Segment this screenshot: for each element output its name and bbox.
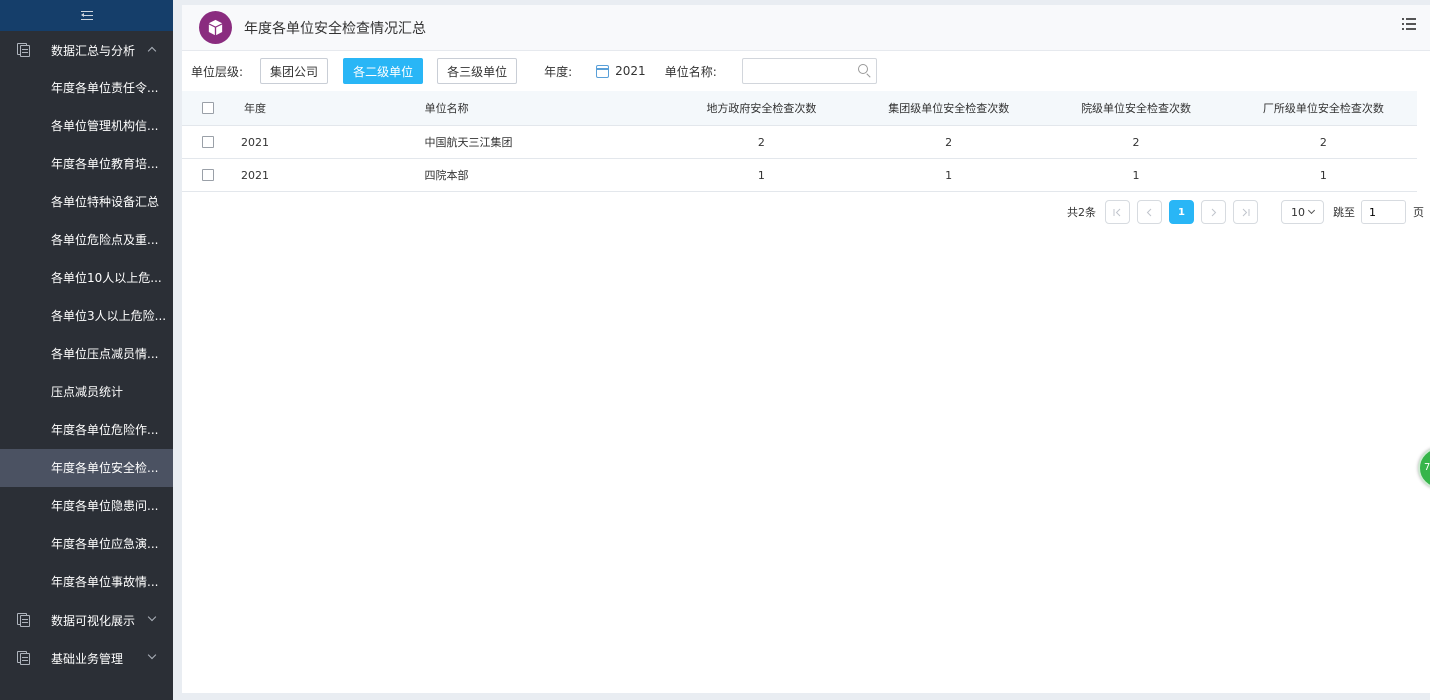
year-label: 年度: [544,64,573,79]
chevron-down-icon [147,650,173,664]
sidebar-item-staff-reduction[interactable]: 各单位压点减员情... [0,335,173,373]
page-number-button[interactable]: 1 [1169,200,1194,224]
document-icon [17,43,30,57]
jump-to-label: 跳至 [1333,206,1355,219]
chevron-down-icon [1307,206,1316,215]
cell-local-gov: 2 [757,135,765,149]
sidebar-item-danger-points[interactable]: 各单位危险点及重... [0,221,173,259]
chevron-up-icon [147,44,173,57]
chevron-left-icon [1146,208,1152,216]
menu-group-label: 数据汇总与分析 [51,43,136,58]
page-size-select[interactable]: 10 [1281,200,1324,224]
total-count: 共2条 [1067,206,1096,219]
first-page-button[interactable] [1105,200,1130,224]
sidebar-item-danger-10[interactable]: 各单位10人以上危... [0,259,173,297]
column-header-factory-level: 厂所级单位安全检查次数 [1262,102,1384,115]
unit-name-search [741,58,877,84]
sidebar: 数据汇总与分析 年度各单位责任令... 各单位管理机构信... 年度各单位教育培… [0,0,173,700]
level-third-tier-button[interactable]: 各三级单位 [437,58,518,84]
table-row[interactable]: 2021 中国航天三江集团 2 2 2 2 [182,126,1417,159]
row-check-cell [182,136,235,148]
column-header-group-level: 集团级单位安全检查次数 [888,102,1010,115]
filter-bar: 单位层级: 集团公司 各二级单位 各三级单位 年度: 2021 单位名称: [182,51,1430,91]
floating-assistant-text: 7 [1424,462,1430,473]
column-header-year: 年度 [243,102,266,115]
sidebar-item-education[interactable]: 年度各单位教育培... [0,145,173,183]
cell-year: 2021 [240,168,269,182]
calendar-icon [596,64,610,78]
sidebar-item-management-org[interactable]: 各单位管理机构信... [0,107,173,145]
pagination: 共2条 1 10 跳至 页 [182,200,1430,224]
column-header-unit-name: 单位名称 [424,102,469,115]
document-icon [17,651,30,665]
menu-group-data-analysis[interactable]: 数据汇总与分析 [0,31,173,69]
menu-group-visualization[interactable]: 数据可视化展示 [0,601,173,639]
cell-unit-name: 四院本部 [424,169,469,182]
unit-level-label: 单位层级: [191,64,244,79]
sidebar-item-emergency-drill[interactable]: 年度各单位应急演... [0,525,173,563]
sidebar-item-danger-work[interactable]: 年度各单位危险作... [0,411,173,449]
unit-name-label: 单位名称: [664,64,717,79]
sidebar-item-accidents[interactable]: 年度各单位事故情... [0,563,173,601]
next-page-button[interactable] [1201,200,1226,224]
cube-logo-icon [199,11,232,44]
row-check-cell [182,169,235,181]
sidebar-collapse-toggle[interactable] [0,0,173,31]
column-header-local-gov: 地方政府安全检查次数 [706,102,817,115]
prev-page-button[interactable] [1137,200,1162,224]
cell-institute-level: 1 [1132,168,1140,182]
menu-fold-icon [80,11,93,20]
page-title: 年度各单位安全检查情况汇总 [244,20,426,37]
main-panel: 年度各单位安全检查情况汇总 单位层级: 集团公司 各二级单位 各三级单位 年度:… [182,5,1430,693]
cell-unit-name: 中国航天三江集团 [424,136,513,149]
unit-name-input[interactable] [742,59,853,83]
cell-factory-level: 2 [1319,135,1327,149]
year-picker-value[interactable]: 2021 [615,64,646,78]
cell-institute-level: 2 [1132,135,1140,149]
row-checkbox[interactable] [202,169,215,181]
sidebar-item-danger-3[interactable]: 各单位3人以上危险... [0,297,173,335]
page-size-value: 10 [1291,205,1305,219]
sidebar-item-safety-inspection[interactable]: 年度各单位安全检... [0,449,173,487]
table-row[interactable]: 2021 四院本部 1 1 1 1 [182,159,1417,192]
row-checkbox[interactable] [202,136,215,148]
select-all-cell [182,102,235,114]
level-group-company-button[interactable]: 集团公司 [260,58,329,84]
document-icon [17,613,30,627]
column-header-institute-level: 院级单位安全检查次数 [1081,102,1192,115]
last-page-button[interactable] [1233,200,1258,224]
cell-group-level: 1 [945,168,953,182]
list-menu-icon[interactable] [1402,18,1416,31]
cell-factory-level: 1 [1319,168,1327,182]
sidebar-item-responsibility[interactable]: 年度各单位责任令... [0,69,173,107]
page-unit-label: 页 [1413,206,1424,219]
double-chevron-right-icon [1242,208,1250,216]
menu-group-label: 基础业务管理 [51,651,124,666]
data-table: 年度 单位名称 地方政府安全检查次数 集团级单位安全检查次数 院级单位安全检查次… [182,91,1417,192]
page-header: 年度各单位安全检查情况汇总 [182,5,1430,51]
sidebar-item-hidden-danger[interactable]: 年度各单位隐患问... [0,487,173,525]
cell-group-level: 2 [945,135,953,149]
menu-group-label: 数据可视化展示 [51,613,136,628]
sidebar-item-special-equipment[interactable]: 各单位特种设备汇总 [0,183,173,221]
chevron-down-icon [147,612,173,626]
select-all-checkbox[interactable] [202,102,215,114]
search-icon[interactable] [857,64,868,74]
table-header: 年度 单位名称 地方政府安全检查次数 集团级单位安全检查次数 院级单位安全检查次… [182,91,1417,126]
level-second-tier-button[interactable]: 各二级单位 [343,58,424,84]
jump-page-input[interactable] [1361,200,1406,224]
cell-year: 2021 [240,135,269,149]
menu-group-basic-business[interactable]: 基础业务管理 [0,639,173,677]
cell-local-gov: 1 [757,168,765,182]
sidebar-item-reduction-stats[interactable]: 压点减员统计 [0,373,173,411]
chevron-right-icon [1211,208,1217,216]
double-chevron-left-icon [1113,208,1121,216]
